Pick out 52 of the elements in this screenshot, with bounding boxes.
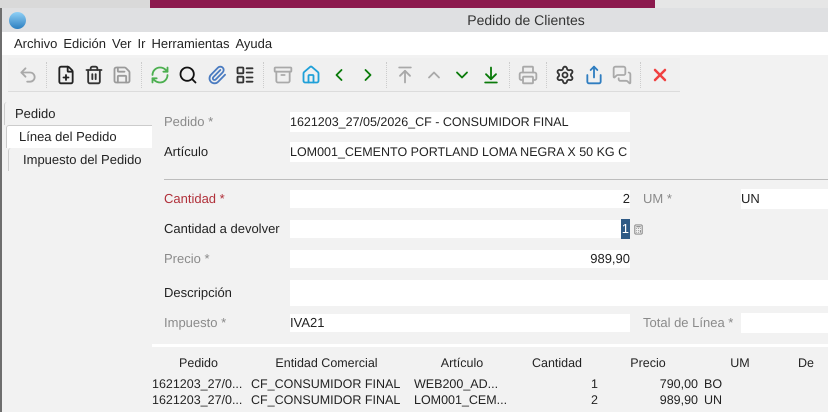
list-grid-icon[interactable] (234, 64, 256, 86)
field-label: Pedido * (164, 113, 214, 132)
field-label: Precio * (164, 250, 211, 268)
home-icon[interactable] (300, 64, 322, 86)
field-label: Impuesto * (164, 314, 228, 332)
table-cell-text: 2 (591, 392, 598, 409)
app-logo-icon (9, 12, 26, 28)
tab[interactable]: Impuesto del Pedido (8, 148, 152, 171)
export-icon[interactable] (584, 64, 604, 86)
table-cell-text: 790,00 (660, 376, 698, 393)
table-cell-text: LOM001_CEM... (414, 392, 508, 409)
column-header: UM (730, 354, 750, 372)
search-icon[interactable] (178, 64, 199, 86)
field-label: Artículo (164, 143, 210, 162)
table-cell-text: UN (704, 392, 722, 409)
window-title: Pedido de Clientes (467, 10, 585, 30)
table-cell-text: 1621203_27/0... (152, 376, 242, 393)
table-cell-text: 1 (591, 376, 598, 393)
column-header: Precio (630, 354, 666, 372)
menu-item[interactable]: Ir (138, 34, 146, 54)
text-field[interactable]: LOM001_CEMENTO PORTLAND LOMA NEGRA X 50 KG C (290, 142, 630, 162)
column-header: Artículo (440, 354, 484, 372)
refresh-icon[interactable] (150, 64, 170, 86)
field-label: Total de Línea * (643, 314, 734, 332)
menu-item[interactable]: Ver (112, 34, 132, 54)
field-label: Descripción (164, 284, 233, 302)
menu-item[interactable]: Edición (63, 34, 106, 54)
column-header: Cantidad (532, 354, 582, 372)
text-field[interactable]: UN (741, 189, 828, 209)
field-label: Cantidad a devolver (164, 220, 281, 238)
table-cell-text: 1621203_27/0... (152, 392, 242, 409)
settings-icon[interactable] (555, 64, 576, 86)
table-cell-text: WEB200_AD... (414, 376, 498, 393)
text-field[interactable]: 1 (290, 220, 630, 238)
menu-item[interactable]: Archivo (14, 34, 58, 54)
menu-item[interactable]: Herramientas (151, 34, 230, 54)
selected-text: 1 (620, 219, 630, 239)
field-label: UM * (643, 190, 673, 208)
calculator-icon[interactable] (633, 224, 644, 234)
table-cell-text: CF_CONSUMIDOR FINAL (251, 376, 400, 393)
table-cell-text: CF_CONSUMIDOR FINAL (251, 392, 400, 409)
paperclip-icon[interactable] (206, 64, 227, 86)
column-header: Pedido (179, 354, 218, 372)
text-field[interactable]: 2 (290, 190, 630, 208)
column-header: De (798, 354, 814, 372)
menu-item[interactable]: Ayuda (236, 34, 272, 54)
field-label: Cantidad * (164, 190, 226, 208)
table-cell-text: BO (704, 376, 722, 393)
table-cell-text: 989,90 (660, 392, 698, 409)
trash-icon[interactable] (84, 64, 104, 86)
tab[interactable]: Línea del Pedido (6, 125, 152, 148)
column-header: Entidad Comercial (275, 354, 378, 372)
